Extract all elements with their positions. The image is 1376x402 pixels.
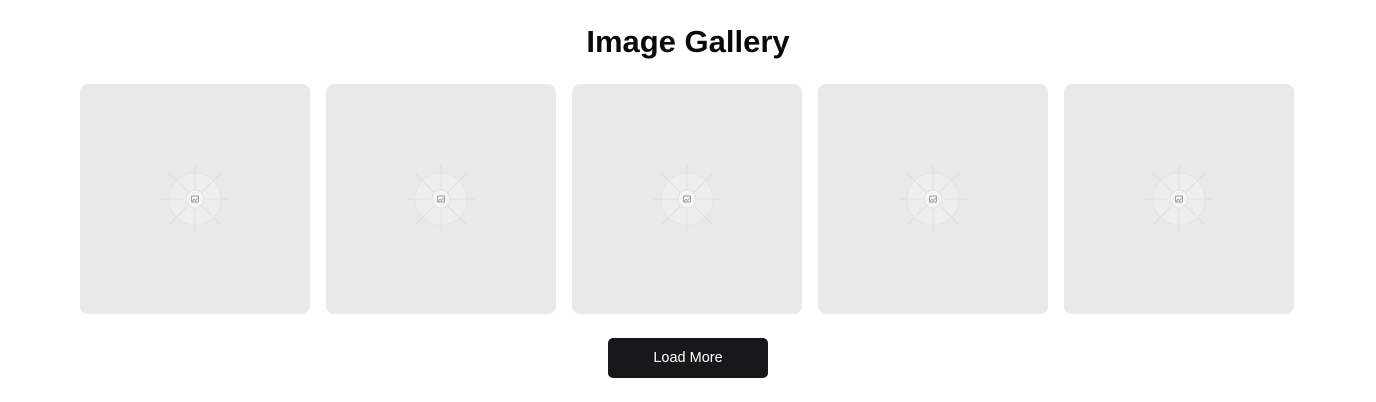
image-placeholder-icon [161, 165, 229, 233]
image-placeholder-icon [653, 165, 721, 233]
image-placeholder-icon [899, 165, 967, 233]
gallery-image-card[interactable] [1064, 84, 1294, 314]
image-placeholder-icon [1145, 165, 1213, 233]
image-grid [80, 84, 1296, 314]
gallery-page: Image Gallery Load More [0, 0, 1376, 402]
gallery-image-card[interactable] [818, 84, 1048, 314]
gallery-image-card[interactable] [572, 84, 802, 314]
image-placeholder-icon [407, 165, 475, 233]
page-title: Image Gallery [586, 24, 790, 59]
load-more-button[interactable]: Load More [608, 338, 768, 378]
gallery-image-card[interactable] [326, 84, 556, 314]
gallery-image-card[interactable] [80, 84, 310, 314]
